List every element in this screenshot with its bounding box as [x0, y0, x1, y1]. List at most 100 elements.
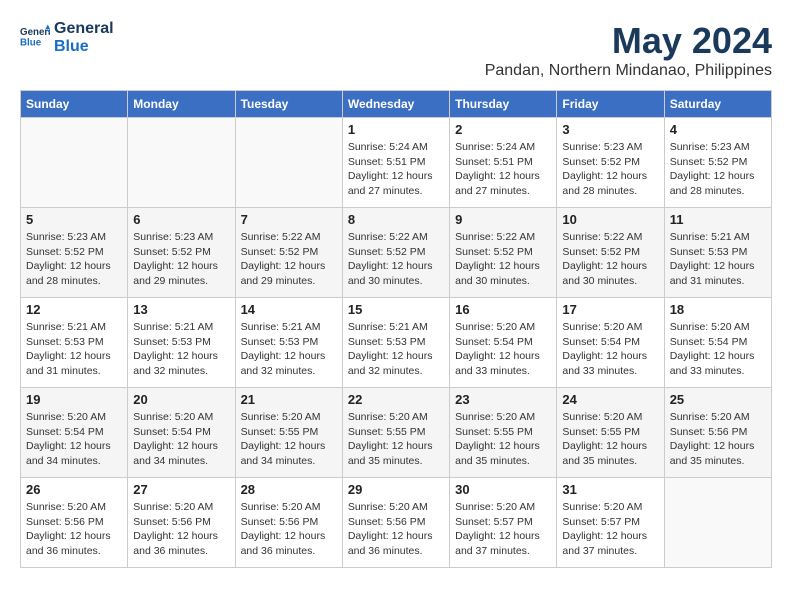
day-number: 13	[133, 302, 229, 317]
day-info: Sunrise: 5:20 AM Sunset: 5:56 PM Dayligh…	[670, 410, 766, 469]
day-number: 24	[562, 392, 658, 407]
calendar-header-thursday: Thursday	[450, 91, 557, 118]
day-number: 31	[562, 482, 658, 497]
month-year-title: May 2024	[485, 20, 772, 62]
calendar-cell: 3Sunrise: 5:23 AM Sunset: 5:52 PM Daylig…	[557, 118, 664, 208]
day-info: Sunrise: 5:23 AM Sunset: 5:52 PM Dayligh…	[133, 230, 229, 289]
calendar-cell: 4 Sunrise: 5:23 AM Sunset: 5:52 PM Daylig…	[664, 118, 771, 208]
calendar-cell: 26 Sunrise: 5:20 AM Sunset: 5:56 PM Dayli…	[21, 478, 128, 568]
calendar-cell: 13 Sunrise: 5:21 AM Sunset: 5:53 PM Dayli…	[128, 298, 235, 388]
day-number: 10	[562, 212, 658, 227]
day-info: Sunrise: 5:20 AM Sunset: 5:57 PM Dayligh…	[562, 500, 658, 559]
day-number: 14	[241, 302, 337, 317]
day-info: Sunrise: 5:20 AM Sunset: 5:54 PM Dayligh…	[133, 410, 229, 469]
day-number: 2	[455, 122, 551, 137]
calendar-cell: 6 Sunrise: 5:23 AM Sunset: 5:52 PM Daylig…	[128, 208, 235, 298]
calendar-cell: 9 Sunrise: 5:22 AM Sunset: 5:52 PM Daylig…	[450, 208, 557, 298]
day-number: 26	[26, 482, 122, 497]
logo: General Blue General Blue	[20, 20, 114, 56]
day-number: 16	[455, 302, 551, 317]
calendar-table: SundayMondayTuesdayWednesdayThursdayFrid…	[20, 90, 772, 568]
day-number: 29	[348, 482, 444, 497]
calendar-cell: 15Sunrise: 5:21 AM Sunset: 5:53 PM Dayli…	[342, 298, 449, 388]
day-number: 7	[241, 212, 337, 227]
calendar-header-row: SundayMondayTuesdayWednesdayThursdayFrid…	[21, 91, 772, 118]
day-info: Sunrise: 5:21 AM Sunset: 5:53 PM Dayligh…	[26, 320, 122, 379]
day-info: Sunrise: 5:22 AM Sunset: 5:52 PM Dayligh…	[562, 230, 658, 289]
day-number: 11	[670, 212, 766, 227]
calendar-cell: 22Sunrise: 5:20 AM Sunset: 5:55 PM Dayli…	[342, 388, 449, 478]
calendar-cell: 16 Sunrise: 5:20 AM Sunset: 5:54 PM Dayli…	[450, 298, 557, 388]
day-info: Sunrise: 5:22 AM Sunset: 5:52 PM Dayligh…	[241, 230, 337, 289]
calendar-cell: 7 Sunrise: 5:22 AM Sunset: 5:52 PM Daylig…	[235, 208, 342, 298]
day-number: 12	[26, 302, 122, 317]
day-number: 23	[455, 392, 551, 407]
calendar-cell: 20 Sunrise: 5:20 AM Sunset: 5:54 PM Dayli…	[128, 388, 235, 478]
day-number: 18	[670, 302, 766, 317]
calendar-cell: 25 Sunrise: 5:20 AM Sunset: 5:56 PM Dayli…	[664, 388, 771, 478]
calendar-cell: 30Sunrise: 5:20 AM Sunset: 5:57 PM Dayli…	[450, 478, 557, 568]
day-info: Sunrise: 5:20 AM Sunset: 5:55 PM Dayligh…	[241, 410, 337, 469]
day-number: 27	[133, 482, 229, 497]
day-info: Sunrise: 5:21 AM Sunset: 5:53 PM Dayligh…	[241, 320, 337, 379]
calendar-header-friday: Friday	[557, 91, 664, 118]
calendar-cell: 2Sunrise: 5:24 AM Sunset: 5:51 PM Daylig…	[450, 118, 557, 208]
calendar-week-4: 19 Sunrise: 5:20 AM Sunset: 5:54 PM Dayli…	[21, 388, 772, 478]
calendar-header-monday: Monday	[128, 91, 235, 118]
logo-icon: General Blue	[20, 23, 50, 53]
calendar-cell: 18 Sunrise: 5:20 AM Sunset: 5:54 PM Dayli…	[664, 298, 771, 388]
day-info: Sunrise: 5:20 AM Sunset: 5:54 PM Dayligh…	[670, 320, 766, 379]
day-info: Sunrise: 5:20 AM Sunset: 5:56 PM Dayligh…	[26, 500, 122, 559]
day-info: Sunrise: 5:23 AM Sunset: 5:52 PM Dayligh…	[670, 140, 766, 199]
logo-blue: Blue	[54, 38, 114, 56]
calendar-header-wednesday: Wednesday	[342, 91, 449, 118]
location-subtitle: Pandan, Northern Mindanao, Philippines	[485, 62, 772, 80]
calendar-cell: 31 Sunrise: 5:20 AM Sunset: 5:57 PM Dayli…	[557, 478, 664, 568]
day-info: Sunrise: 5:20 AM Sunset: 5:56 PM Dayligh…	[348, 500, 444, 559]
calendar-cell: 11Sunrise: 5:21 AM Sunset: 5:53 PM Dayli…	[664, 208, 771, 298]
day-number: 9	[455, 212, 551, 227]
calendar-week-5: 26 Sunrise: 5:20 AM Sunset: 5:56 PM Dayli…	[21, 478, 772, 568]
calendar-week-2: 5 Sunrise: 5:23 AM Sunset: 5:52 PM Daylig…	[21, 208, 772, 298]
calendar-cell	[128, 118, 235, 208]
day-number: 20	[133, 392, 229, 407]
day-info: Sunrise: 5:20 AM Sunset: 5:55 PM Dayligh…	[562, 410, 658, 469]
calendar-cell: 5Sunrise: 5:23 AM Sunset: 5:52 PM Daylig…	[21, 208, 128, 298]
day-info: Sunrise: 5:21 AM Sunset: 5:53 PM Dayligh…	[133, 320, 229, 379]
day-info: Sunrise: 5:22 AM Sunset: 5:52 PM Dayligh…	[348, 230, 444, 289]
calendar-cell: 21 Sunrise: 5:20 AM Sunset: 5:55 PM Dayli…	[235, 388, 342, 478]
calendar-cell: 10 Sunrise: 5:22 AM Sunset: 5:52 PM Dayli…	[557, 208, 664, 298]
day-number: 5	[26, 212, 122, 227]
day-number: 15	[348, 302, 444, 317]
calendar-cell: 28 Sunrise: 5:20 AM Sunset: 5:56 PM Dayli…	[235, 478, 342, 568]
day-number: 22	[348, 392, 444, 407]
day-number: 4	[670, 122, 766, 137]
day-number: 6	[133, 212, 229, 227]
calendar-header-saturday: Saturday	[664, 91, 771, 118]
day-number: 3	[562, 122, 658, 137]
day-info: Sunrise: 5:20 AM Sunset: 5:56 PM Dayligh…	[241, 500, 337, 559]
day-info: Sunrise: 5:20 AM Sunset: 5:56 PM Dayligh…	[133, 500, 229, 559]
title-section: May 2024 Pandan, Northern Mindanao, Phil…	[485, 20, 772, 80]
day-number: 19	[26, 392, 122, 407]
day-info: Sunrise: 5:22 AM Sunset: 5:52 PM Dayligh…	[455, 230, 551, 289]
calendar-cell: 19Sunrise: 5:20 AM Sunset: 5:54 PM Dayli…	[21, 388, 128, 478]
header: General Blue General Blue May 2024 Panda…	[20, 20, 772, 80]
calendar-cell: 12 Sunrise: 5:21 AM Sunset: 5:53 PM Dayli…	[21, 298, 128, 388]
day-info: Sunrise: 5:20 AM Sunset: 5:54 PM Dayligh…	[455, 320, 551, 379]
calendar-week-1: 1Sunrise: 5:24 AM Sunset: 5:51 PM Daylig…	[21, 118, 772, 208]
calendar-cell	[21, 118, 128, 208]
calendar-cell: 14 Sunrise: 5:21 AM Sunset: 5:53 PM Dayli…	[235, 298, 342, 388]
calendar-cell: 8Sunrise: 5:22 AM Sunset: 5:52 PM Daylig…	[342, 208, 449, 298]
calendar-cell: 24 Sunrise: 5:20 AM Sunset: 5:55 PM Dayli…	[557, 388, 664, 478]
day-number: 28	[241, 482, 337, 497]
calendar-cell	[235, 118, 342, 208]
day-number: 21	[241, 392, 337, 407]
day-number: 30	[455, 482, 551, 497]
calendar-cell: 1Sunrise: 5:24 AM Sunset: 5:51 PM Daylig…	[342, 118, 449, 208]
day-number: 25	[670, 392, 766, 407]
day-number: 17	[562, 302, 658, 317]
svg-text:General: General	[20, 27, 50, 38]
calendar-header-tuesday: Tuesday	[235, 91, 342, 118]
day-number: 1	[348, 122, 444, 137]
